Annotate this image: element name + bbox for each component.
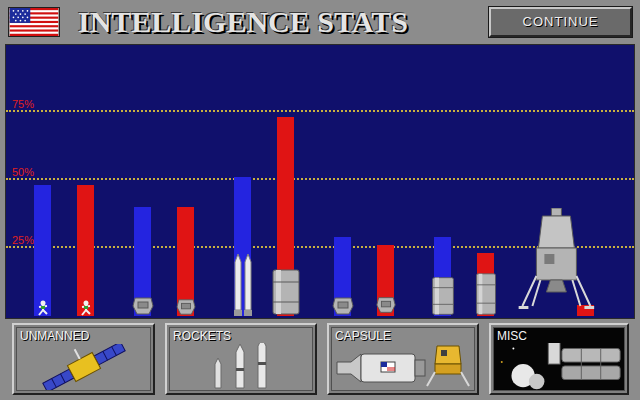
booster-icon xyxy=(431,276,455,316)
category-button[interactable]: MISC xyxy=(489,323,629,395)
rockets-icon xyxy=(170,343,312,390)
satellite-icon xyxy=(17,343,150,390)
bar-slot xyxy=(34,45,51,316)
category-label: MISC xyxy=(494,328,624,343)
category-label: UNMANNED xyxy=(17,328,150,343)
category-panel: ROCKETS xyxy=(169,327,313,391)
intel-chart: 75% 50% 25% xyxy=(5,44,635,319)
bar-slot xyxy=(234,45,251,316)
category-button[interactable]: CAPSULE xyxy=(327,323,479,395)
bar-group xyxy=(14,45,114,316)
bar-slot xyxy=(377,45,394,316)
bar-slot xyxy=(577,45,594,316)
category-row: UNMANNED ROCKETS CAPSULE MISC xyxy=(0,323,640,395)
category-button[interactable]: UNMANNED xyxy=(12,323,155,395)
rocket-icon xyxy=(233,254,253,316)
category-panel: MISC xyxy=(493,327,625,391)
bar-group xyxy=(114,45,214,316)
bar-slot xyxy=(477,45,494,316)
category-label: CAPSULE xyxy=(332,328,474,343)
capsule-module-icon xyxy=(331,296,355,316)
astronaut-icon xyxy=(36,300,50,316)
category-panel: UNMANNED xyxy=(16,327,151,391)
grid-line xyxy=(6,178,634,180)
bar-slot xyxy=(277,45,294,316)
capsule-icon xyxy=(131,296,155,316)
continue-button[interactable]: CONTINUE xyxy=(489,7,632,37)
misc-hardware-icon xyxy=(494,343,624,390)
bar-slot xyxy=(334,45,351,316)
tick-label: 25% xyxy=(12,235,34,246)
bar-slot xyxy=(177,45,194,316)
tick-label: 75% xyxy=(12,99,34,110)
bar xyxy=(77,185,94,316)
bar-slot xyxy=(434,45,451,316)
grid-line xyxy=(6,110,634,112)
capsule-lander-icon xyxy=(332,343,474,390)
screen-title: INTELLIGENCE STATS xyxy=(78,7,408,37)
capsule-module-icon xyxy=(375,294,397,316)
bar xyxy=(34,185,51,316)
bar-slot xyxy=(77,45,94,316)
tick-label: 50% xyxy=(12,167,34,178)
booster-icon xyxy=(475,272,497,316)
us-flag-icon xyxy=(8,7,60,37)
lunar-lander-icon xyxy=(518,208,594,312)
rocket-stage-icon xyxy=(271,268,301,316)
header-bar: INTELLIGENCE STATS CONTINUE xyxy=(0,0,640,44)
astronaut-icon xyxy=(79,300,93,316)
capsule-icon xyxy=(174,298,198,316)
bar-group xyxy=(414,45,514,316)
bar-group xyxy=(514,45,614,316)
category-label: ROCKETS xyxy=(170,328,312,343)
bar-group xyxy=(314,45,414,316)
category-button[interactable]: ROCKETS xyxy=(165,323,317,395)
continue-label: CONTINUE xyxy=(523,12,599,32)
bar-slot xyxy=(134,45,151,316)
bar-group xyxy=(214,45,314,316)
category-panel: CAPSULE xyxy=(331,327,475,391)
